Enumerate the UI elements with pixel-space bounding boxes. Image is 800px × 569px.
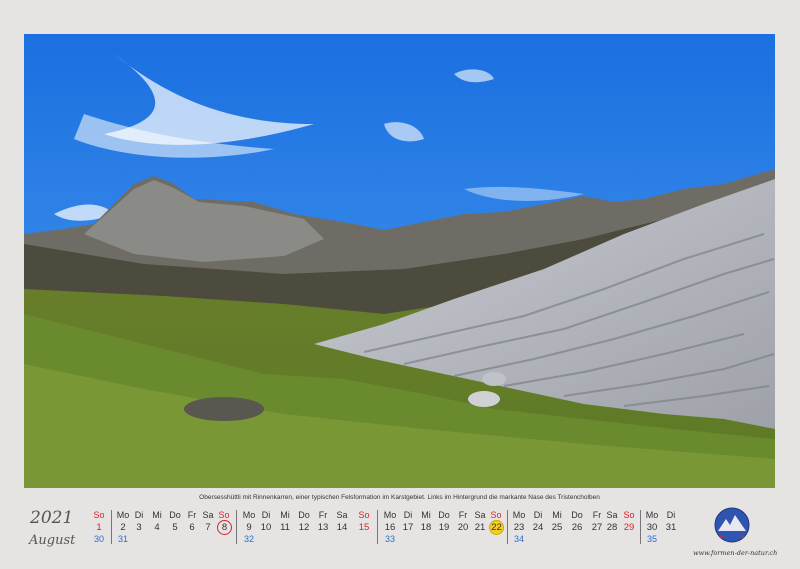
weekday-header-thursday: Do bbox=[169, 510, 181, 520]
week-separator bbox=[377, 510, 378, 544]
weekday-header-tuesday: Di bbox=[533, 510, 543, 520]
day-20: 20 bbox=[457, 522, 469, 533]
weekday-header-monday: Mo bbox=[512, 510, 526, 520]
day-23: 23 bbox=[513, 522, 525, 533]
weekday-header-sunday: So bbox=[623, 510, 635, 520]
day-8-holiday: 8 bbox=[217, 520, 232, 535]
day-10: 10 bbox=[260, 522, 272, 533]
week-number: 30 bbox=[93, 534, 104, 544]
week-separator bbox=[111, 510, 112, 544]
weekday-header-thursday: Do bbox=[571, 510, 583, 520]
day-14: 14 bbox=[336, 522, 348, 533]
day-7: 7 bbox=[205, 522, 211, 533]
week-number: 33 bbox=[384, 534, 395, 544]
weekday-header-wednesday: Mi bbox=[421, 510, 431, 520]
calendar-year: 2021 bbox=[30, 508, 74, 528]
week-number: 31 bbox=[117, 534, 128, 544]
week-separator bbox=[236, 510, 237, 544]
weekday-header-friday: Fr bbox=[187, 510, 197, 520]
day-28: 28 bbox=[606, 522, 618, 533]
day-9: 9 bbox=[246, 522, 252, 533]
weekday-header-saturday: Sa bbox=[474, 510, 486, 520]
day-29: 29 bbox=[623, 522, 635, 533]
weekday-header-friday: Fr bbox=[592, 510, 602, 520]
day-25: 25 bbox=[551, 522, 563, 533]
weekday-header-friday: Fr bbox=[318, 510, 328, 520]
weekday-header-saturday: Sa bbox=[202, 510, 214, 520]
day-2: 2 bbox=[120, 522, 126, 533]
day-12: 12 bbox=[298, 522, 310, 533]
globe-mountain-logo-icon bbox=[714, 507, 750, 543]
week-number: 34 bbox=[513, 534, 524, 544]
day-13: 13 bbox=[317, 522, 329, 533]
weekday-header-wednesday: Mi bbox=[152, 510, 162, 520]
day-1: 1 bbox=[96, 522, 102, 533]
day-21: 21 bbox=[474, 522, 486, 533]
weekday-header-monday: Mo bbox=[645, 510, 659, 520]
weekday-header-thursday: Do bbox=[438, 510, 450, 520]
day-15: 15 bbox=[358, 522, 370, 533]
weekday-header-wednesday: Mi bbox=[280, 510, 290, 520]
photo-caption: Obersesshüttli mit Rinnenkarren, einer t… bbox=[199, 494, 600, 501]
weekday-header-saturday: Sa bbox=[336, 510, 348, 520]
day-11: 11 bbox=[280, 522, 290, 533]
day-16: 16 bbox=[384, 522, 396, 533]
weekday-header-wednesday: Mi bbox=[552, 510, 562, 520]
day-5: 5 bbox=[172, 522, 178, 533]
day-24: 24 bbox=[532, 522, 544, 533]
day-3: 3 bbox=[136, 522, 142, 533]
week-separator bbox=[640, 510, 641, 544]
day-22-highlighted: 22 bbox=[489, 520, 504, 535]
day-4: 4 bbox=[154, 522, 160, 533]
weekday-header-tuesday: Di bbox=[666, 510, 676, 520]
weekday-header-friday: Fr bbox=[458, 510, 468, 520]
day-27: 27 bbox=[591, 522, 603, 533]
weekday-header-monday: Mo bbox=[383, 510, 397, 520]
day-18: 18 bbox=[420, 522, 432, 533]
calendar-month: August bbox=[29, 533, 76, 548]
weekday-header-monday: Mo bbox=[116, 510, 130, 520]
day-31: 31 bbox=[665, 522, 677, 533]
day-19: 19 bbox=[438, 522, 450, 533]
week-number: 32 bbox=[243, 534, 254, 544]
day-6: 6 bbox=[189, 522, 195, 533]
weekday-header-thursday: Do bbox=[298, 510, 310, 520]
website-url[interactable]: www.formen-der-natur.ch bbox=[693, 549, 777, 557]
weekday-header-monday: Mo bbox=[242, 510, 256, 520]
week-separator bbox=[507, 510, 508, 544]
day-30: 30 bbox=[646, 522, 658, 533]
day-17: 17 bbox=[402, 522, 414, 533]
week-number: 35 bbox=[646, 534, 657, 544]
weekday-header-tuesday: Di bbox=[261, 510, 271, 520]
mountain-landscape-image bbox=[24, 34, 775, 488]
weekday-header-tuesday: Di bbox=[134, 510, 144, 520]
day-26: 26 bbox=[571, 522, 583, 533]
weekday-header-saturday: Sa bbox=[606, 510, 618, 520]
weekday-header-tuesday: Di bbox=[403, 510, 413, 520]
calendar-photo bbox=[24, 34, 775, 488]
weekday-header-sunday: So bbox=[358, 510, 370, 520]
weekday-header-sunday: So bbox=[93, 510, 105, 520]
